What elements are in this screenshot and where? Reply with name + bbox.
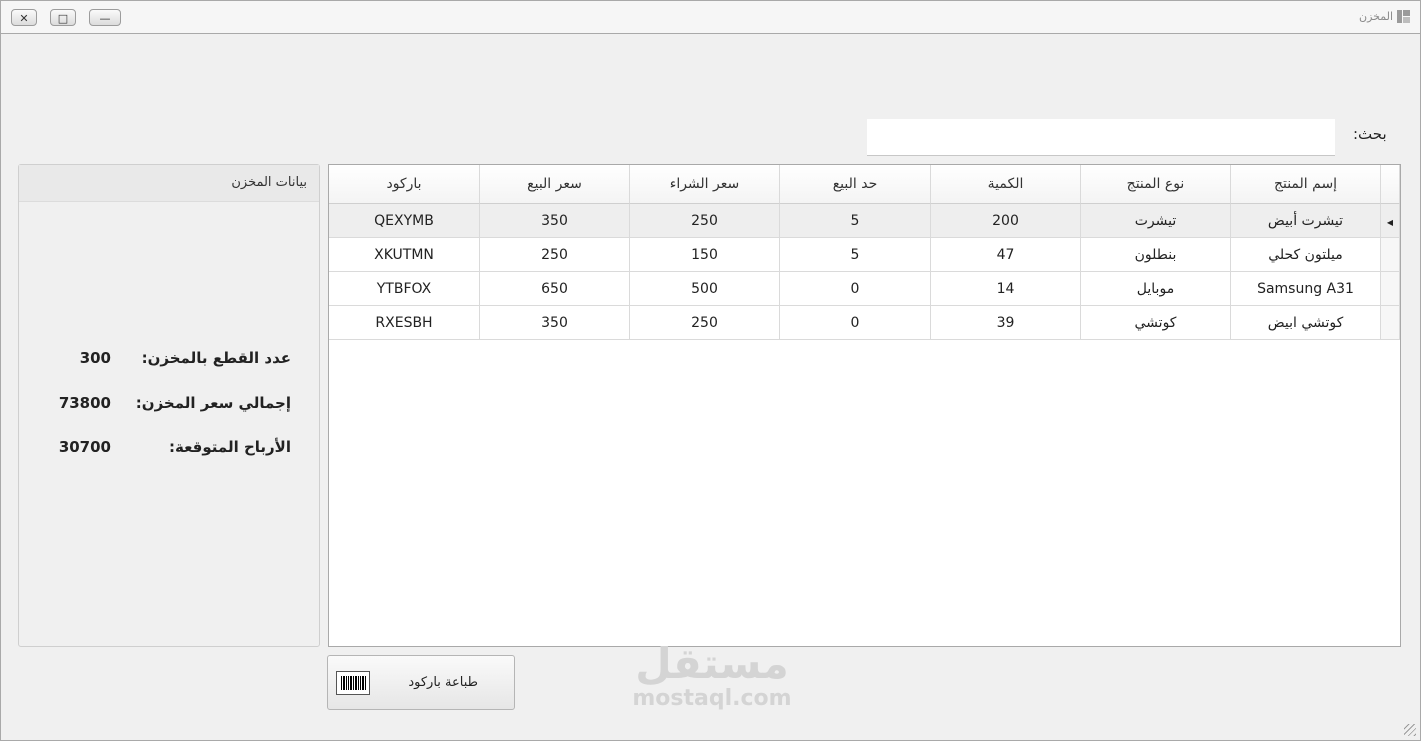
close-button[interactable]: ✕ <box>11 9 37 26</box>
minimize-button[interactable]: — <box>89 9 121 26</box>
cell-sell-price[interactable]: 250 <box>480 238 630 272</box>
app-icon <box>1397 10 1410 23</box>
row-selector[interactable] <box>1381 238 1400 272</box>
cell-barcode[interactable]: YTBFOX <box>329 272 480 306</box>
cell-quantity[interactable]: 47 <box>931 238 1081 272</box>
stat-label-total-price: إجمالي سعر المخزن: <box>135 394 291 412</box>
cell-quantity[interactable]: 200 <box>931 204 1081 238</box>
cell-sell-price[interactable]: 650 <box>480 272 630 306</box>
inventory-summary-panel: بيانات المخزن عدد القطع بالمخزن: 300 إجم… <box>18 164 320 647</box>
column-header-quantity[interactable]: الكمية <box>931 165 1081 204</box>
cell-product-type[interactable]: كوتشي <box>1081 306 1231 340</box>
cell-product-name[interactable]: ميلتون كحلي <box>1231 238 1381 272</box>
panel-title: بيانات المخزن <box>19 165 319 202</box>
row-selector[interactable] <box>1381 272 1400 306</box>
resize-grip-icon[interactable] <box>1404 724 1416 736</box>
cell-product-name[interactable]: Samsung A31 <box>1231 272 1381 306</box>
cell-product-type[interactable]: موبايل <box>1081 272 1231 306</box>
cell-quantity[interactable]: 14 <box>931 272 1081 306</box>
cell-sale-limit[interactable]: 5 <box>780 204 931 238</box>
cell-buy-price[interactable]: 150 <box>630 238 780 272</box>
stat-value-pieces: 300 <box>79 349 111 367</box>
table-row[interactable]: RXESBH 350 250 0 39 كوتشي كوتشي ابيض <box>329 306 1400 340</box>
stat-label-expected-profit: الأرباح المتوقعة: <box>169 438 291 456</box>
search-label: بحث: <box>1353 125 1387 143</box>
column-header-sale-limit[interactable]: حد البيع <box>780 165 931 204</box>
window-title-text: المخزن <box>1358 10 1393 23</box>
cell-barcode[interactable]: QEXYMB <box>329 204 480 238</box>
cell-buy-price[interactable]: 250 <box>630 306 780 340</box>
print-barcode-button[interactable]: طباعة باركود <box>327 655 515 710</box>
row-header-corner <box>1381 165 1400 204</box>
column-header-sell-price[interactable]: سعر البيع <box>480 165 630 204</box>
main-window: ✕ □ — المخزن بحث: بيانات المخزن عدد القط… <box>0 0 1421 741</box>
cell-quantity[interactable]: 39 <box>931 306 1081 340</box>
cell-product-type[interactable]: تيشرت <box>1081 204 1231 238</box>
stat-value-expected-profit: 30700 <box>58 438 111 456</box>
window-title: المخزن <box>1359 10 1410 23</box>
table-header: باركود سعر البيع سعر الشراء حد البيع الك… <box>329 165 1400 204</box>
watermark-latin: mostaql.com <box>632 686 792 711</box>
title-bar: ✕ □ — المخزن <box>1 1 1420 34</box>
cell-product-type[interactable]: بنطلون <box>1081 238 1231 272</box>
column-header-barcode[interactable]: باركود <box>329 165 480 204</box>
cell-product-name[interactable]: تيشرت أبيض <box>1231 204 1381 238</box>
products-table[interactable]: باركود سعر البيع سعر الشراء حد البيع الك… <box>328 164 1401 647</box>
column-header-buy-price[interactable]: سعر الشراء <box>630 165 780 204</box>
cell-sell-price[interactable]: 350 <box>480 204 630 238</box>
watermark-arabic: مستقل <box>635 639 789 688</box>
barcode-icon <box>336 670 370 695</box>
cell-buy-price[interactable]: 250 <box>630 204 780 238</box>
search-input[interactable] <box>867 119 1335 156</box>
current-row-arrow-icon: ◀ <box>1386 218 1394 227</box>
row-selector[interactable]: ◀ <box>1381 204 1400 238</box>
watermark: مستقل mostaql.com <box>623 641 801 711</box>
cell-sale-limit[interactable]: 0 <box>780 306 931 340</box>
print-barcode-label: طباعة باركود <box>408 675 478 690</box>
table-row[interactable]: QEXYMB 350 250 5 200 تيشرت تيشرت أبيض ◀ <box>329 204 1400 238</box>
row-selector[interactable] <box>1381 306 1400 340</box>
cell-buy-price[interactable]: 500 <box>630 272 780 306</box>
cell-barcode[interactable]: RXESBH <box>329 306 480 340</box>
column-header-product-name[interactable]: إسم المنتج <box>1231 165 1381 204</box>
maximize-button[interactable]: □ <box>50 9 76 26</box>
column-header-product-type[interactable]: نوع المنتج <box>1081 165 1231 204</box>
table-row[interactable]: YTBFOX 650 500 0 14 موبايل Samsung A31 <box>329 272 1400 306</box>
cell-sale-limit[interactable]: 5 <box>780 238 931 272</box>
stat-label-pieces: عدد القطع بالمخزن: <box>141 349 291 367</box>
cell-barcode[interactable]: XKUTMN <box>329 238 480 272</box>
cell-product-name[interactable]: كوتشي ابيض <box>1231 306 1381 340</box>
stat-value-total-price: 73800 <box>58 394 111 412</box>
cell-sale-limit[interactable]: 0 <box>780 272 931 306</box>
cell-sell-price[interactable]: 350 <box>480 306 630 340</box>
table-row[interactable]: XKUTMN 250 150 5 47 بنطلون ميلتون كحلي <box>329 238 1400 272</box>
